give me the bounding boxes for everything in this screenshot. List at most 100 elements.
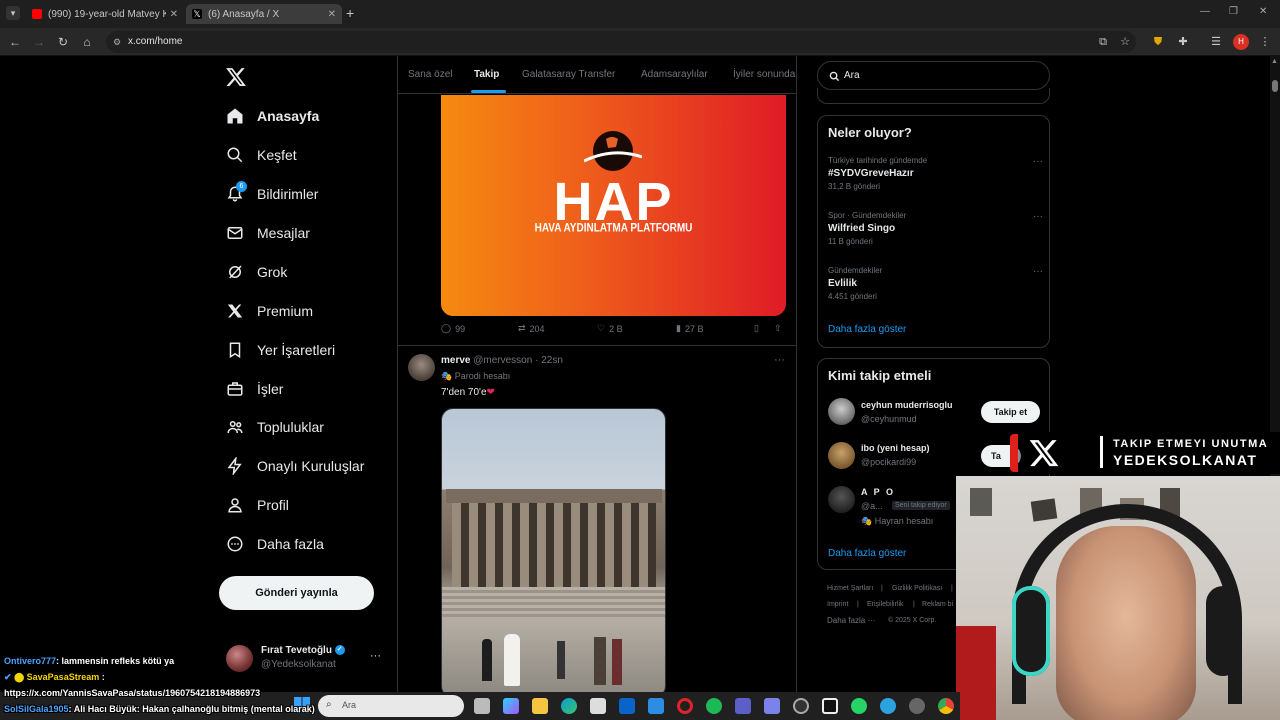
account-switcher[interactable]: Fırat Tevetoğlu ✓ @Yedeksolkanat ··· [226, 642, 386, 676]
sidebar-item-messages[interactable]: Mesajlar [226, 218, 310, 248]
reading-list-icon[interactable]: ☰ [1208, 34, 1224, 50]
steam-icon[interactable] [909, 698, 925, 714]
suggestion-name[interactable]: ceyhun muderrisoglu [861, 400, 953, 410]
scroll-up-icon[interactable]: ▲ [1271, 58, 1278, 65]
install-app-icon[interactable]: ⧉ [1095, 34, 1111, 50]
store-icon[interactable] [590, 698, 606, 714]
minimize-icon[interactable]: — [1200, 6, 1210, 17]
task-view-icon[interactable] [474, 698, 490, 714]
photos-icon[interactable] [648, 698, 664, 714]
sidebar-item-grok[interactable]: Grok [226, 257, 287, 287]
profile-avatar-icon[interactable]: H [1233, 34, 1249, 50]
sidebar-item-profile[interactable]: Profil [226, 490, 289, 520]
like-button[interactable]: ♡ 2 B [597, 323, 623, 334]
trend-item[interactable]: Türkiye tarihinde gündemde #SYDVGreveHaz… [828, 156, 1043, 196]
trend-more-icon[interactable]: ··· [1033, 156, 1043, 167]
post-author-handle[interactable]: @mervesson [473, 355, 532, 366]
avatar[interactable] [828, 486, 855, 513]
extension-shield-icon[interactable]: ⛊ [1150, 34, 1166, 50]
post-more-icon[interactable]: ··· [774, 354, 785, 366]
outlook-icon[interactable] [619, 698, 635, 714]
x-logo-icon[interactable] [225, 66, 247, 88]
sidebar-item-bookmarks[interactable]: Yer İşaretleri [226, 335, 335, 365]
chrome-icon[interactable] [938, 698, 954, 714]
sidebar-item-premium[interactable]: Premium [226, 296, 313, 326]
avatar[interactable] [828, 398, 855, 425]
sidebar-item-verified-orgs[interactable]: Onaylı Kuruluşlar [226, 451, 364, 481]
post-time[interactable]: · 22sn [535, 355, 563, 366]
bookmark-post-button[interactable]: ▯ [754, 323, 759, 334]
sidebar-item-explore[interactable]: Keşfet [226, 140, 297, 170]
footer-link[interactable]: Hizmet Şartları [827, 585, 873, 592]
post-image-hap[interactable]: HAP HAVA AYDINLATMA PLATFORMU [441, 95, 786, 316]
tab-adamsaraylilar[interactable]: Adamsaraylılar [641, 56, 708, 94]
post-button[interactable]: Gönderi yayınla [219, 576, 374, 610]
footer-link[interactable]: Imprint [827, 601, 848, 608]
tab-list-button[interactable]: ▾ [6, 6, 20, 20]
teams-chat-icon[interactable] [764, 698, 780, 714]
capcut-icon[interactable] [822, 698, 838, 714]
suggestion-name[interactable]: ibo (yeni hesap) [861, 443, 930, 453]
copilot-icon[interactable] [503, 698, 519, 714]
browser-tab-youtube[interactable]: (990) 19-year-old Matvey Kislya ✕ [26, 4, 184, 24]
search-input[interactable]: Ara [844, 70, 860, 81]
footer-link[interactable]: Reklam bi [922, 601, 953, 608]
browser-tab-x[interactable]: 𝕏 (6) Anasayfa / X ✕ [186, 4, 342, 24]
tab-iyiler-sonunda[interactable]: İyiler sonunda [733, 56, 795, 94]
trend-item[interactable]: Gündemdekiler Evlilik 4.451 gönderi ··· [828, 266, 1043, 306]
avatar[interactable] [828, 442, 855, 469]
repost-button[interactable]: ⇄ 204 [518, 323, 545, 334]
extensions-icon[interactable]: ✚ [1175, 34, 1191, 50]
post-author-name[interactable]: merve [441, 355, 470, 366]
sidebar-item-communities[interactable]: Topluluklar [226, 412, 324, 442]
home-browser-icon[interactable]: ⌂ [79, 34, 95, 50]
sidebar-item-home[interactable]: Anasayfa [226, 101, 319, 131]
sidebar-item-notifications[interactable]: 6 Bildirimler [226, 179, 318, 209]
reload-icon[interactable]: ↻ [55, 34, 71, 50]
maximize-icon[interactable]: ❐ [1229, 6, 1238, 17]
whatsapp-icon[interactable] [851, 698, 867, 714]
close-tab-icon[interactable]: ✕ [328, 9, 336, 20]
who-to-follow-show-more[interactable]: Daha fazla göster [828, 548, 906, 559]
forward-icon[interactable]: → [31, 34, 47, 50]
browser-menu-icon[interactable]: ⋮ [1257, 34, 1273, 50]
trend-item[interactable]: Spor · Gündemdekiler Wilfried Singo 11 B… [828, 211, 1043, 251]
trend-more-icon[interactable]: ··· [1033, 266, 1043, 277]
opera-icon[interactable] [677, 698, 693, 714]
tab-galatasaray-transfer[interactable]: Galatasaray Transfer [522, 56, 615, 94]
taskbar-search-input[interactable]: Ara [342, 700, 356, 710]
teams-icon[interactable] [735, 698, 751, 714]
close-tab-icon[interactable]: ✕ [170, 9, 178, 20]
bookmark-star-icon[interactable]: ☆ [1117, 34, 1133, 50]
sidebar-item-more[interactable]: Daha fazla [226, 529, 324, 559]
sidebar-item-jobs[interactable]: İşler [226, 374, 283, 404]
reply-button[interactable]: ◯ 99 [441, 323, 465, 334]
views-button[interactable]: ▮ 27 B [676, 323, 703, 334]
account-more-icon[interactable]: ··· [370, 650, 381, 662]
close-window-icon[interactable]: ✕ [1259, 6, 1267, 17]
avatar[interactable] [408, 354, 435, 381]
tab-following[interactable]: Takip [474, 56, 499, 94]
taskbar-search[interactable]: ⌕ Ara [318, 695, 464, 717]
scrollbar-thumb[interactable] [1272, 80, 1278, 92]
new-tab-button[interactable]: + [346, 5, 354, 21]
obs-icon[interactable] [793, 698, 809, 714]
site-info-icon[interactable]: ⚙ [113, 31, 121, 53]
footer-link[interactable]: Gizlilik Politikası [892, 585, 942, 592]
tab-for-you[interactable]: Sana özel [408, 56, 452, 94]
trend-more-icon[interactable]: ··· [1033, 211, 1043, 222]
back-icon[interactable]: ← [7, 34, 23, 50]
share-button[interactable]: ⇧ [774, 323, 782, 334]
footer-more-link[interactable]: Daha fazla ··· [827, 616, 875, 625]
telegram-icon[interactable] [880, 698, 896, 714]
suggestion-name[interactable]: A P O [861, 487, 895, 497]
spotify-icon[interactable] [706, 698, 722, 714]
post-image-anitkabir[interactable] [441, 408, 666, 698]
edge-icon[interactable] [561, 698, 577, 714]
file-explorer-icon[interactable] [532, 698, 548, 714]
footer-link[interactable]: Erişilebilirlik [867, 601, 904, 608]
follow-button[interactable]: Takip et [981, 401, 1040, 423]
search-box[interactable]: Ara [817, 61, 1050, 90]
trends-show-more[interactable]: Daha fazla göster [828, 324, 906, 335]
url-field[interactable]: ⚙ x.com/home [106, 31, 1136, 53]
